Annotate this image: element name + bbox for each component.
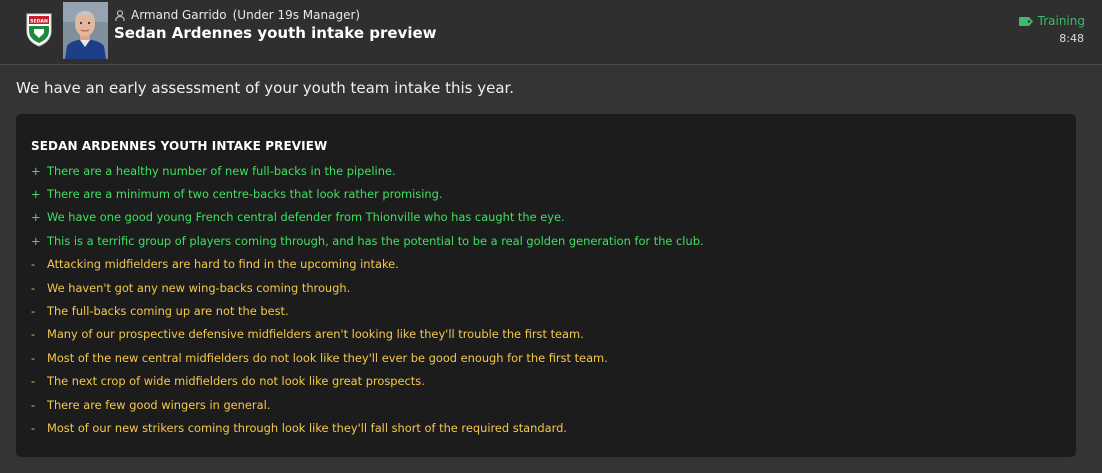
assessment-line-negative: - The next crop of wide midfielders do no… [31,370,1060,393]
assessment-text: We have one good young French central de… [47,210,565,225]
minus-marker: - [31,304,36,319]
assessment-text: Many of our prospective defensive midfie… [47,327,584,342]
assessment-line-negative: - Many of our prospective defensive midfi… [31,323,1060,346]
minus-marker: - [31,397,36,412]
inbox-message-view: SEDAN Armand Garrido (Under 19s Manager)… [0,0,1102,473]
panel-title: SEDAN ARDENNES YOUTH INTAKE PREVIEW [31,139,328,153]
minus-marker: - [31,327,36,342]
assessment-text: Attacking midfielders are hard to find i… [47,257,399,272]
minus-marker: - [31,350,36,365]
assessment-text: There are few good wingers in general. [47,397,271,412]
plus-marker: + [31,163,41,178]
tag-icon [1018,16,1033,26]
assessment-text: The full-backs coming up are not the bes… [47,304,289,319]
message-intro: We have an early assessment of your yout… [16,79,515,97]
assessment-line-negative: - Attacking midfielders are hard to find … [31,253,1060,276]
message-time: 8:48 [1059,32,1084,45]
assessment-line-negative: - Most of the new central midfielders do … [31,346,1060,369]
category-label: Training [1037,14,1085,28]
plus-marker: + [31,210,41,225]
assessment-line-negative: - There are few good wingers in general. [31,393,1060,416]
youth-intake-panel: SEDAN ARDENNES YOUTH INTAKE PREVIEW + The… [16,114,1076,457]
assessment-line-negative: - The full-backs coming up are not the be… [31,299,1060,322]
message-subject: Sedan Ardennes youth intake preview [114,24,437,42]
person-icon [115,9,125,21]
sender-role: (Under 19s Manager) [232,8,361,22]
assessment-text: This is a terrific group of players comi… [47,233,704,248]
person-photo-icon [63,2,108,59]
assessment-line-positive: + This is a terrific group of players com… [31,229,1060,252]
minus-marker: - [31,280,36,295]
assessment-line-positive: + We have one good young French central d… [31,206,1060,229]
sender-line: Armand Garrido (Under 19s Manager) [115,8,360,22]
plus-marker: + [31,187,41,202]
club-crest-icon[interactable]: SEDAN [24,11,54,47]
sender-avatar[interactable] [63,2,108,59]
message-category[interactable]: Training [1018,14,1085,28]
assessment-list: + There are a healthy number of new full-… [31,159,1060,440]
club-crest-label: SEDAN [30,19,48,25]
assessment-text: The next crop of wide midfielders do not… [47,374,425,389]
assessment-text: Most of our new strikers coming through … [47,420,567,435]
assessment-text: There are a minimum of two centre-backs … [47,187,443,202]
plus-marker: + [31,233,41,248]
sender-name[interactable]: Armand Garrido [131,8,227,22]
minus-marker: - [31,420,36,435]
assessment-text: Most of the new central midfielders do n… [47,350,608,365]
message-header: SEDAN Armand Garrido (Under 19s Manager)… [0,0,1102,65]
assessment-line-negative: - We haven't got any new wing-backs comin… [31,276,1060,299]
assessment-text: There are a healthy number of new full-b… [47,163,396,178]
minus-marker: - [31,374,36,389]
assessment-text: We haven't got any new wing-backs coming… [47,280,351,295]
assessment-line-negative: - Most of our new strikers coming through… [31,416,1060,439]
minus-marker: - [31,257,36,272]
assessment-line-positive: + There are a minimum of two centre-backs… [31,182,1060,205]
assessment-line-positive: + There are a healthy number of new full-… [31,159,1060,182]
